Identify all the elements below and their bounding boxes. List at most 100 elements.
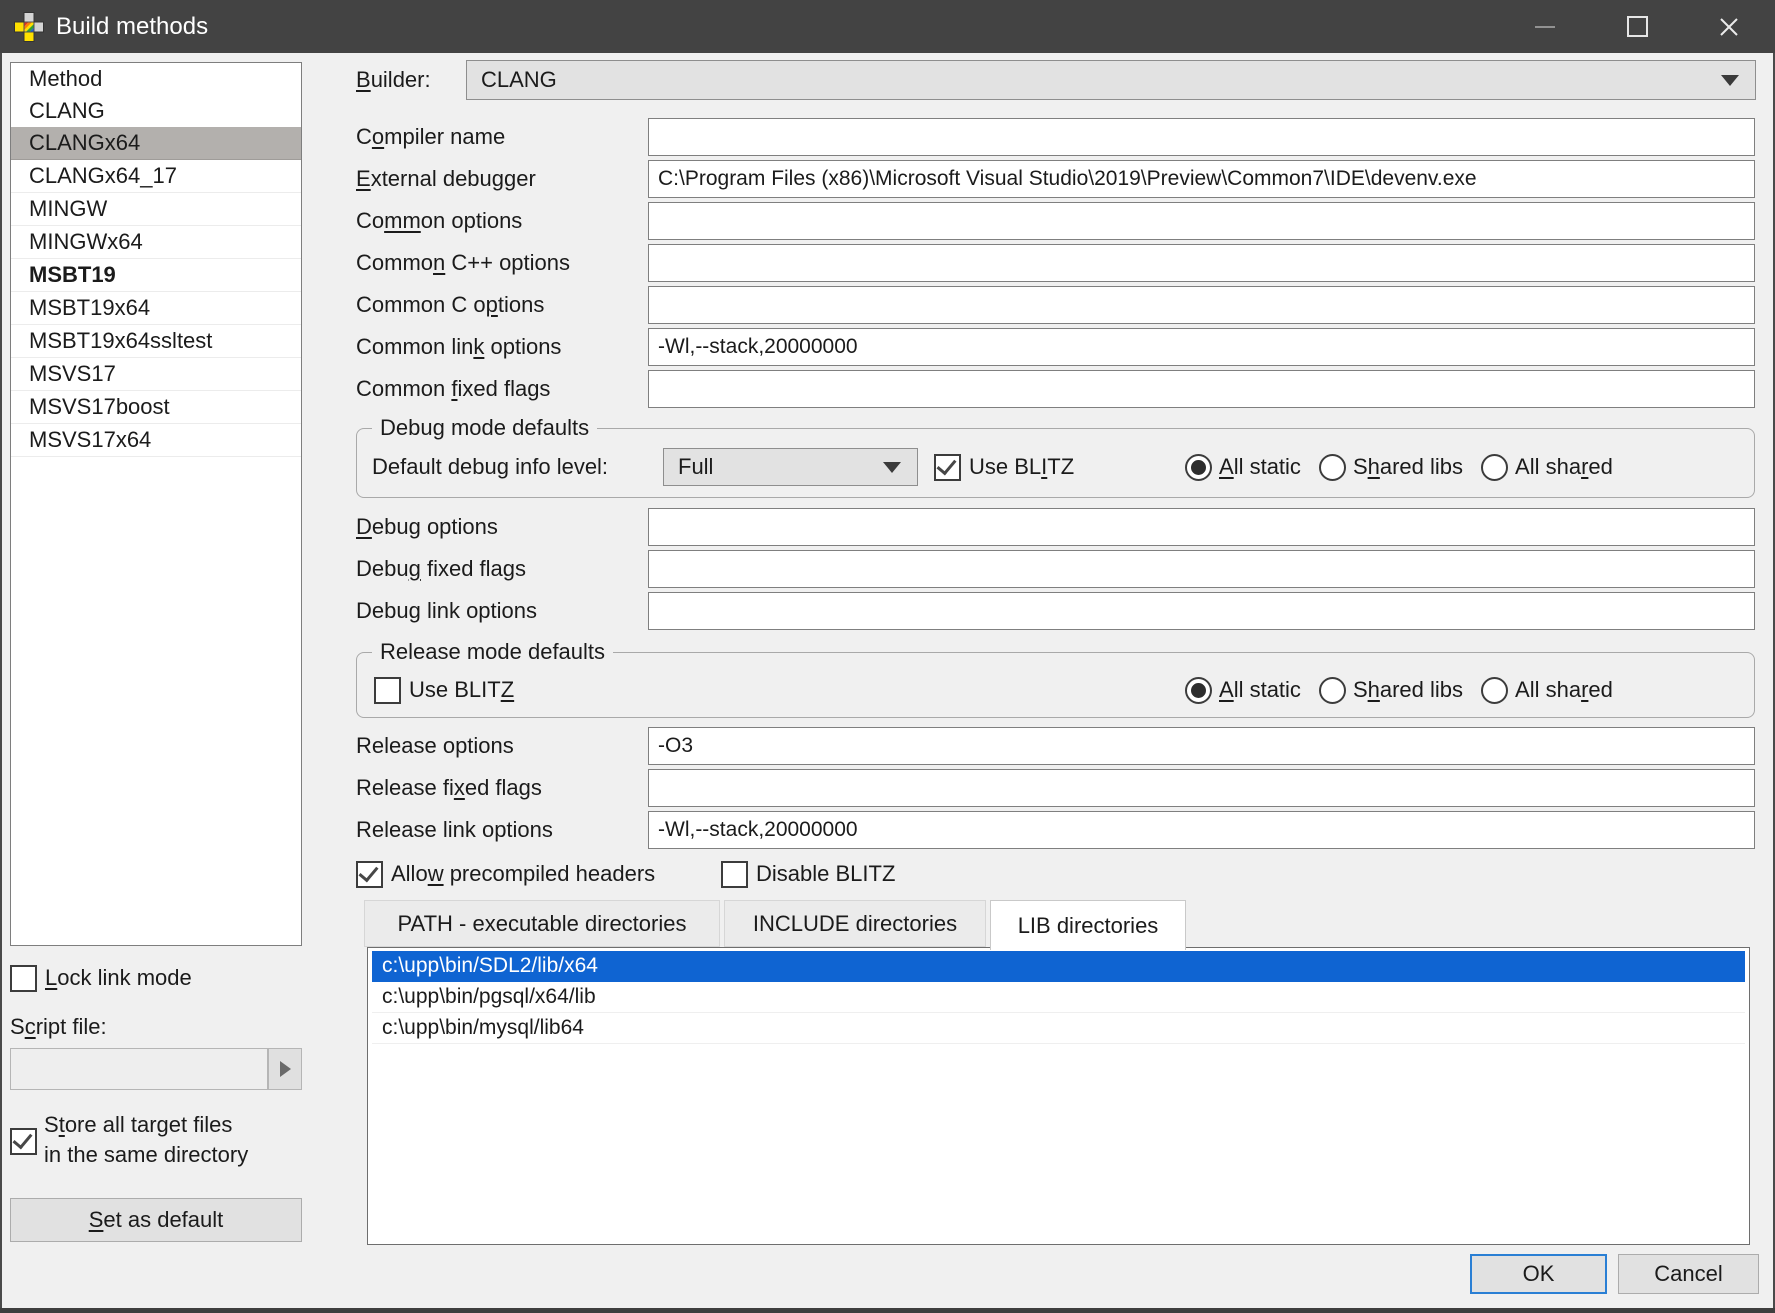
titlebar: Build methods [0, 0, 1775, 53]
maximize-button[interactable] [1591, 0, 1683, 53]
form-row: Common C++ options [356, 244, 1755, 282]
debug-group-legend: Debug mode defaults [372, 413, 597, 443]
form-text-input[interactable] [648, 244, 1755, 282]
method-list-item[interactable]: MSBT19 [11, 259, 301, 292]
close-button[interactable] [1683, 0, 1775, 53]
lib-directory-item[interactable]: c:\upp\bin/pgsql/x64/lib [372, 982, 1745, 1013]
lib-directories-list: c:\upp\bin/SDL2/lib/x64c:\upp\bin/pgsql/… [372, 951, 1745, 1044]
debug-use-blitz-checkbox[interactable]: Use BLITZ [934, 448, 1074, 486]
radio-icon [1185, 454, 1212, 481]
close-icon [1717, 15, 1741, 39]
form-text-input[interactable] [648, 118, 1755, 156]
form-row-label: Compiler name [356, 118, 648, 156]
caption-buttons [1499, 0, 1775, 53]
method-list-item[interactable]: MSVS17x64 [11, 424, 301, 457]
script-file-input[interactable] [10, 1048, 268, 1090]
form-row-label: Common fixed flags [356, 370, 648, 408]
checkbox-label: Allow precompiled headers [391, 861, 655, 887]
minimize-icon [1535, 26, 1555, 28]
form-row: External debugger C:\Program Files (x86)… [356, 160, 1755, 198]
form-text-input[interactable] [648, 202, 1755, 240]
right-arrow-icon [280, 1061, 291, 1077]
form-row: Common C options [356, 286, 1755, 324]
form-text-input[interactable] [648, 370, 1755, 408]
checkbox-icon [374, 677, 401, 704]
radio-label: Shared libs [1353, 454, 1463, 480]
radio-label: All shared [1515, 454, 1613, 480]
form-row: Release fixed flags [356, 769, 1755, 807]
minimize-button[interactable] [1499, 0, 1591, 53]
form-row-label: Common link options [356, 328, 648, 366]
checkbox-label: Use BLITZ [969, 454, 1074, 480]
link-mode-radio[interactable]: All shared [1481, 454, 1613, 481]
lock-link-mode-checkbox[interactable]: Lock link mode [10, 962, 192, 994]
method-list-item[interactable]: CLANGx64 [11, 127, 301, 160]
checkbox-icon [10, 965, 37, 992]
method-list-item[interactable]: MSVS17boost [11, 391, 301, 424]
form-row-label: Common options [356, 202, 648, 240]
method-list-item[interactable]: MINGWx64 [11, 226, 301, 259]
lib-directory-item[interactable]: c:\upp\bin/SDL2/lib/x64 [372, 951, 1745, 982]
checkbox-icon [934, 454, 961, 481]
link-mode-radio[interactable]: All shared [1481, 677, 1613, 704]
ok-button[interactable]: OK [1470, 1254, 1607, 1294]
form-row: Common link options -Wl,--stack,20000000 [356, 328, 1755, 366]
link-mode-radio[interactable]: Shared libs [1319, 677, 1463, 704]
store-target-files-label-line2: in the same directory [44, 1140, 248, 1170]
form-row: Debug options [356, 508, 1755, 546]
link-mode-radio[interactable]: All static [1185, 677, 1301, 704]
form-text-input[interactable]: C:\Program Files (x86)\Microsoft Visual … [648, 160, 1755, 198]
tab[interactable]: LIB directories [990, 900, 1186, 950]
debug-link-mode-radios: All static Shared libs All shared [1185, 448, 1631, 486]
debug-options-form: Debug options Debug fixed flags Debug li… [356, 508, 1755, 634]
tab[interactable]: PATH - executable directories [364, 900, 720, 947]
form-row-label: External debugger [356, 160, 648, 198]
form-row: Debug fixed flags [356, 550, 1755, 588]
tab[interactable]: INCLUDE directories [724, 900, 986, 947]
release-use-blitz-checkbox[interactable]: Use BLITZ [374, 671, 514, 709]
method-list-item[interactable]: MINGW [11, 193, 301, 226]
form-text-input[interactable] [648, 508, 1755, 546]
form-row-label: Debug fixed flags [356, 550, 648, 588]
store-target-files-checkbox[interactable] [10, 1128, 37, 1155]
link-mode-radio[interactable]: All static [1185, 454, 1301, 481]
method-list-item[interactable]: MSVS17 [11, 358, 301, 391]
form-text-input[interactable]: -Wl,--stack,20000000 [648, 811, 1755, 849]
form-text-input[interactable] [648, 592, 1755, 630]
form-row-label: Release link options [356, 811, 648, 849]
method-list-item[interactable]: MSBT19x64ssltest [11, 325, 301, 358]
set-as-default-button[interactable]: Set as default [10, 1198, 302, 1242]
checkbox-label: Use BLITZ [409, 677, 514, 703]
form-text-input[interactable]: -O3 [648, 727, 1755, 765]
script-file-browse-button[interactable] [268, 1048, 302, 1090]
form-text-input[interactable] [648, 769, 1755, 807]
method-list-item[interactable]: CLANGx64_17 [11, 160, 301, 193]
form-row-label: Common C++ options [356, 244, 648, 282]
method-list-items: CLANGCLANGx64CLANGx64_17MINGWMINGWx64MSB… [11, 95, 301, 457]
cancel-button[interactable]: Cancel [1618, 1254, 1759, 1294]
link-mode-radio[interactable]: Shared libs [1319, 454, 1463, 481]
form-row: Release options -O3 [356, 727, 1755, 765]
form-text-input[interactable] [648, 286, 1755, 324]
debug-info-level-dropdown[interactable]: Full [663, 448, 918, 486]
radio-label: Shared libs [1353, 677, 1463, 703]
release-link-mode-radios: All static Shared libs All shared [1185, 671, 1631, 709]
form-text-input[interactable]: -Wl,--stack,20000000 [648, 328, 1755, 366]
maximize-icon [1627, 16, 1648, 37]
checkbox-icon [10, 1128, 37, 1155]
script-file-label: Script file: [10, 1012, 107, 1042]
method-list-item[interactable]: CLANG [11, 95, 301, 127]
lib-directory-item[interactable]: c:\upp\bin/mysql/lib64 [372, 1013, 1745, 1044]
form-row: Debug link options [356, 592, 1755, 630]
method-list-item[interactable]: MSBT19x64 [11, 292, 301, 325]
window-title: Build methods [56, 13, 208, 41]
form-row-label: Debug options [356, 508, 648, 546]
release-group-legend: Release mode defaults [372, 637, 613, 667]
allow-precompiled-headers-checkbox[interactable]: Allow precompiled headers [356, 855, 655, 893]
form-text-input[interactable] [648, 550, 1755, 588]
disable-blitz-checkbox[interactable]: Disable BLITZ [721, 855, 895, 893]
builder-dropdown[interactable]: CLANG [466, 60, 1756, 100]
window-border-bottom [0, 1308, 1775, 1313]
form-row-label: Release fixed flags [356, 769, 648, 807]
debug-info-level-label: Default debug info level: [372, 448, 608, 486]
